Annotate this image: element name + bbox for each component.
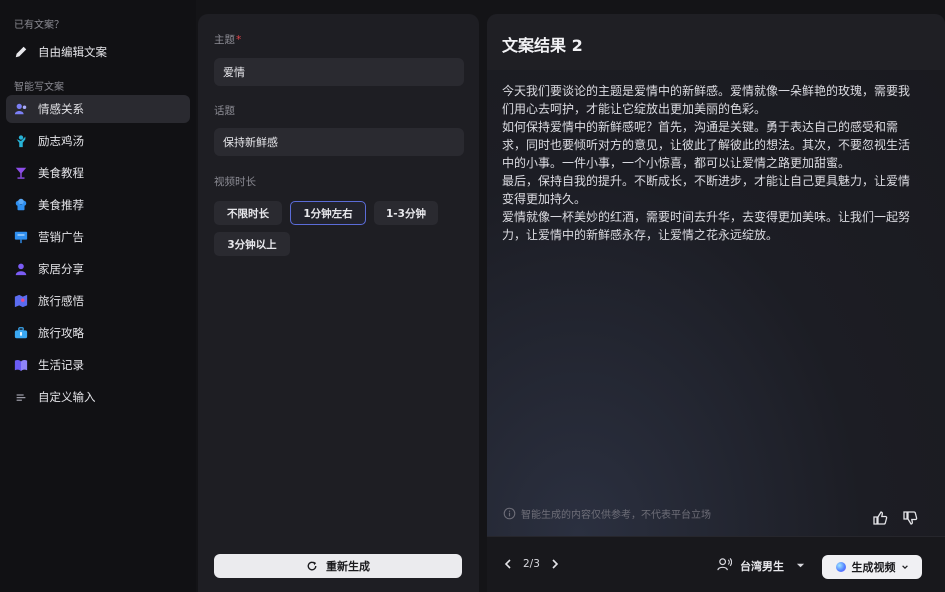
thumbs-up-icon[interactable] [872, 510, 888, 526]
generate-video-button[interactable]: 生成视频 [822, 555, 922, 579]
disclaimer-text: 智能生成的内容仅供参考，不代表平台立场 [521, 510, 711, 521]
sidebar-item-label: 情感关系 [38, 102, 84, 116]
sidebar-item-label: 自定义输入 [38, 390, 96, 404]
people-icon [14, 102, 28, 116]
generate-video-label: 生成视频 [851, 561, 896, 574]
theme-label: 主题* [214, 34, 242, 46]
form-panel: 主题* 爱情 话题 保持新鲜感 视频时长 不限时长 1分钟左右 1-3分钟 3分… [198, 14, 479, 592]
sidebar-item-label: 生活记录 [38, 358, 84, 372]
duration-chip-3min-plus[interactable]: 3分钟以上 [214, 232, 290, 256]
sidebar-item-label: 美食教程 [38, 166, 84, 180]
sidebar-item-label: 家居分享 [38, 262, 84, 276]
sidebar-item-label: 励志鸡汤 [38, 134, 84, 148]
person-icon [14, 262, 28, 276]
chevron-down-icon [896, 561, 909, 574]
topic-label: 话题 [214, 105, 235, 117]
section-existing-copy: 已有文案？ [14, 20, 64, 31]
result-footer: 2/3 台湾男生 生成视频 [487, 536, 945, 592]
result-panel: 文案结果 2 今天我们要谈论的主题是爱情中的新鲜感。爱情就像一朵鲜艳的玫瑰，需要… [487, 14, 945, 592]
voice-person-icon [717, 557, 740, 575]
suitcase-icon [14, 326, 28, 340]
duration-label: 视频时长 [214, 176, 256, 188]
cocktail-icon [14, 166, 28, 180]
chevron-right-icon[interactable] [548, 557, 562, 571]
sidebar-item-travel-thoughts[interactable]: 旅行感悟 [6, 287, 190, 315]
sidebar-item-travel-guide[interactable]: 旅行攻略 [6, 319, 190, 347]
pencil-icon [14, 45, 28, 59]
disclaimer: 智能生成的内容仅供参考，不代表平台立场 [503, 506, 711, 521]
sidebar-item-motivation[interactable]: 励志鸡汤 [6, 127, 190, 155]
regenerate-label: 重新生成 [326, 560, 370, 573]
voice-selector[interactable]: 台湾男生 [717, 557, 805, 575]
required-mark: * [236, 34, 242, 46]
result-text[interactable]: 今天我们要谈论的主题是爱情中的新鲜感。爱情就像一朵鲜艳的玫瑰，需要我们用心去呵护… [502, 82, 920, 244]
sidebar-item-relationship[interactable]: 情感关系 [6, 95, 190, 123]
thumbs-down-icon[interactable] [902, 510, 918, 526]
sidebar-item-food-recommend[interactable]: 美食推荐 [6, 191, 190, 219]
sidebar-item-free-edit[interactable]: 自由编辑文案 [6, 38, 190, 66]
book-icon [14, 358, 28, 372]
regenerate-button[interactable]: 重新生成 [214, 554, 462, 578]
pager: 2/3 [501, 557, 562, 571]
duration-chip-1-3min[interactable]: 1-3分钟 [374, 201, 438, 225]
duration-chip-unlimited[interactable]: 不限时长 [214, 201, 282, 225]
sidebar-item-label: 自由编辑文案 [38, 45, 107, 59]
page-count: 2/3 [523, 558, 540, 570]
sidebar-item-home-share[interactable]: 家居分享 [6, 255, 190, 283]
section-ai-copy: 智能写文案 [14, 82, 64, 93]
chef-hat-icon [14, 198, 28, 212]
sidebar-item-life-record[interactable]: 生活记录 [6, 351, 190, 379]
sidebar-item-label: 美食推荐 [38, 198, 84, 212]
cheer-icon [14, 134, 28, 148]
sidebar-item-marketing-ad[interactable]: 营销广告 [6, 223, 190, 251]
result-title: 文案结果 2 [502, 36, 583, 55]
info-icon [503, 507, 516, 520]
voice-label: 台湾男生 [740, 560, 784, 573]
result-paragraph: 今天我们要谈论的主题是爱情中的新鲜感。爱情就像一朵鲜艳的玫瑰，需要我们用心去呵护… [502, 84, 911, 116]
result-paragraph: 爱情就像一杯美妙的红酒，需要时间去升华，去变得更加美味。让我们一起努力，让爱情中… [502, 210, 911, 242]
theme-input[interactable]: 爱情 [214, 58, 464, 86]
result-paragraph: 最后，保持自我的提升。不断成长，不断进步，才能让自己更具魅力，让爱情变得更加持久… [502, 174, 911, 206]
sidebar-item-label: 营销广告 [38, 230, 84, 244]
chevron-down-icon [784, 560, 805, 573]
result-body: 今天我们要谈论的主题是爱情中的新鲜感。爱情就像一朵鲜艳的玫瑰，需要我们用心去呵护… [487, 70, 945, 536]
billboard-icon [14, 230, 28, 244]
map-pin-icon [14, 294, 28, 308]
sidebar-item-food-tutorial[interactable]: 美食教程 [6, 159, 190, 187]
text-lines-icon [14, 390, 28, 404]
sidebar: 已有文案？ 自由编辑文案 智能写文案 情感关系 励志鸡汤 美食教程 美食推荐 营… [0, 0, 196, 592]
sidebar-item-label: 旅行攻略 [38, 326, 84, 340]
duration-chip-1min[interactable]: 1分钟左右 [290, 201, 366, 225]
refresh-icon [307, 561, 317, 571]
sidebar-item-custom-input[interactable]: 自定义输入 [6, 383, 190, 411]
result-paragraph: 如何保持爱情中的新鲜感呢？首先，沟通是关键。勇于表达自己的感受和需求，同时也要倾… [502, 120, 911, 170]
sidebar-item-label: 旅行感悟 [38, 294, 84, 308]
ai-orb-icon [835, 562, 846, 572]
result-header: 文案结果 2 [487, 14, 945, 70]
chevron-left-icon[interactable] [501, 557, 515, 571]
topic-input[interactable]: 保持新鲜感 [214, 128, 464, 156]
